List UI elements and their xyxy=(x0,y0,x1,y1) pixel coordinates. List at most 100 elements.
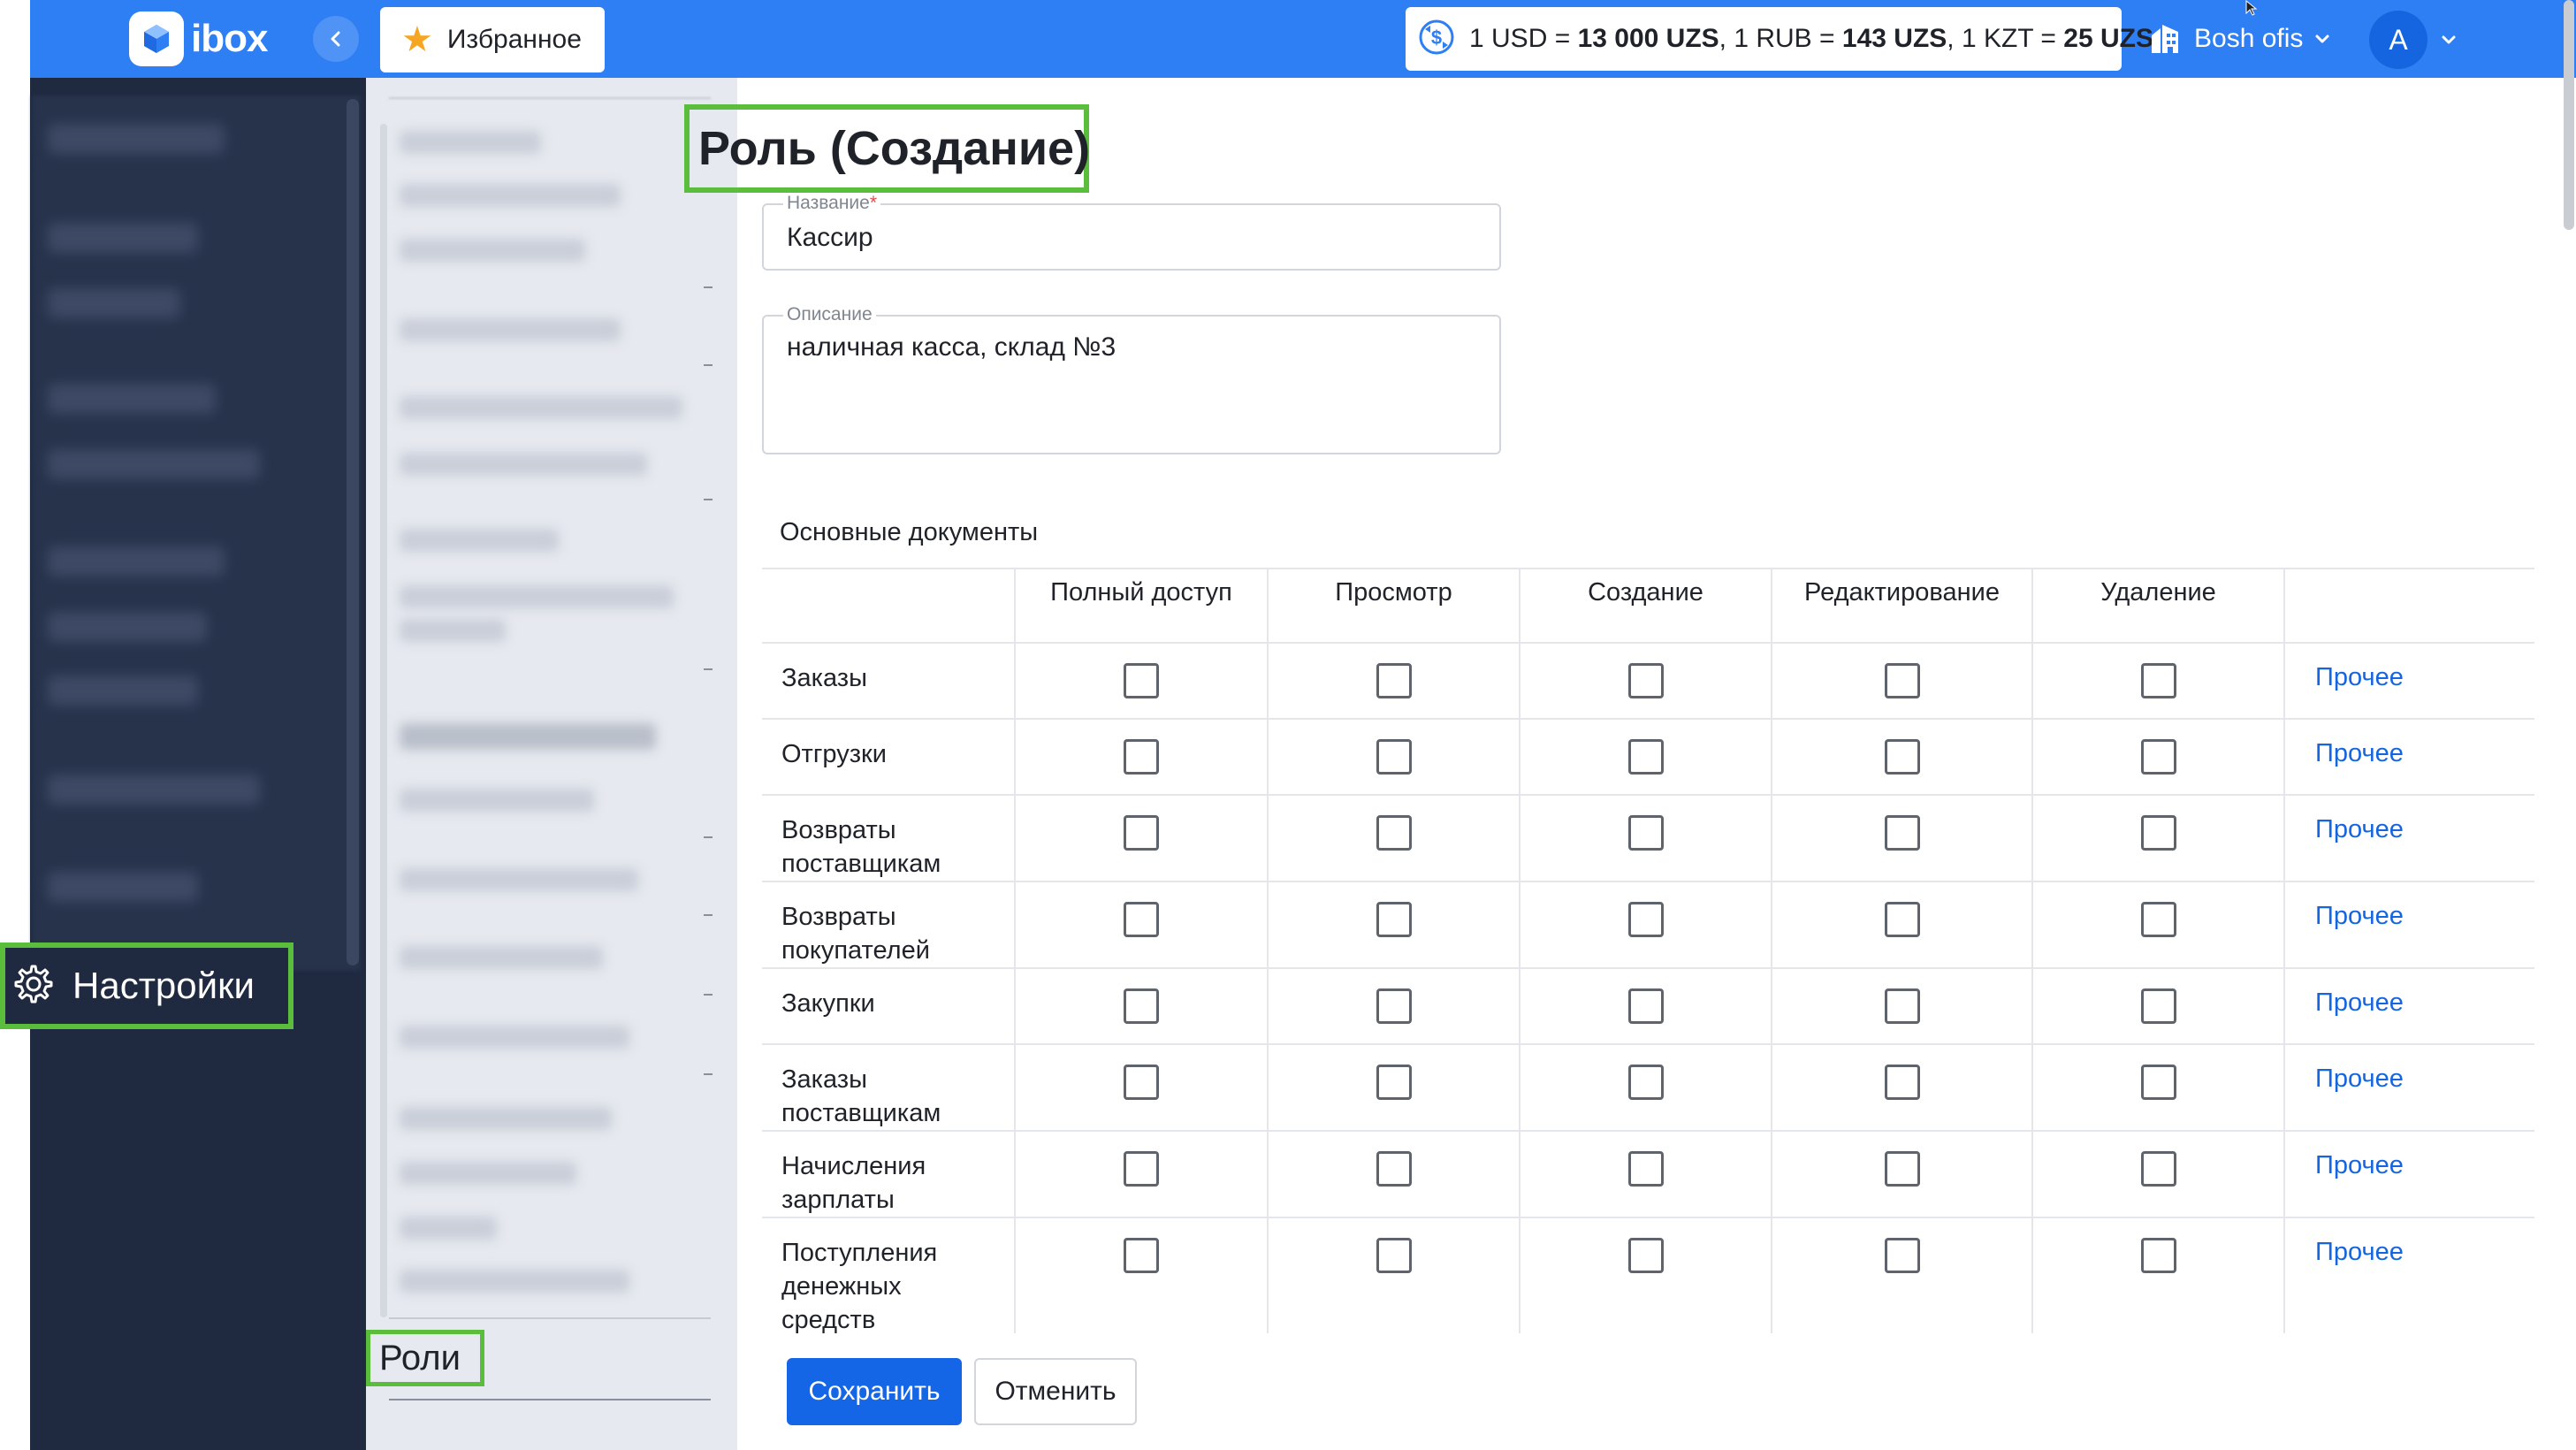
view-checkbox[interactable] xyxy=(1376,1151,1412,1187)
full-access-checkbox[interactable] xyxy=(1124,988,1159,1024)
sidebar-item-blurred[interactable] xyxy=(48,546,225,576)
view-checkbox[interactable] xyxy=(1376,1238,1412,1273)
submenu-item-blurred[interactable] xyxy=(400,184,621,207)
submenu-item-blurred[interactable] xyxy=(400,585,674,608)
submenu-item-blurred[interactable] xyxy=(400,619,506,642)
sidebar-item-settings[interactable]: Настройки xyxy=(0,942,293,1029)
column-header: Удаление xyxy=(2032,568,2285,644)
submenu-item-blurred[interactable] xyxy=(400,1026,629,1049)
view-checkbox[interactable] xyxy=(1376,1065,1412,1100)
edit-checkbox[interactable] xyxy=(1884,988,1920,1024)
favorites-button[interactable]: ★ Избранное xyxy=(380,7,605,72)
sidebar-item-blurred[interactable] xyxy=(48,449,260,479)
submenu-item-blurred[interactable] xyxy=(400,868,638,891)
full-access-checkbox[interactable] xyxy=(1124,815,1159,851)
submenu-item-blurred[interactable] xyxy=(400,239,585,262)
submenu-item-blurred[interactable] xyxy=(400,318,621,341)
name-input-value[interactable]: Кассир xyxy=(787,223,873,253)
full-access-checkbox[interactable] xyxy=(1124,902,1159,937)
full-access-checkbox[interactable] xyxy=(1124,739,1159,775)
user-menu[interactable]: A xyxy=(2369,11,2458,69)
submenu-item-blurred[interactable] xyxy=(400,1107,612,1130)
create-checkbox[interactable] xyxy=(1627,1151,1664,1187)
create-checkbox[interactable] xyxy=(1627,1065,1664,1100)
edit-checkbox[interactable] xyxy=(1884,1238,1920,1273)
submenu-item-blurred[interactable] xyxy=(400,453,647,476)
other-permissions-link[interactable]: Прочее xyxy=(2315,902,2404,930)
edit-checkbox[interactable] xyxy=(1884,902,1920,937)
create-checkbox[interactable] xyxy=(1627,739,1664,775)
view-checkbox[interactable] xyxy=(1376,988,1412,1024)
delete-checkbox[interactable] xyxy=(2140,1065,2176,1100)
other-permissions-link[interactable]: Прочее xyxy=(2315,815,2404,843)
permission-cell xyxy=(1015,1044,1269,1132)
branch-label: Bosh ofis xyxy=(2194,24,2304,53)
submenu-item-roles[interactable]: Роли xyxy=(366,1330,484,1386)
sidebar-item-blurred[interactable] xyxy=(48,384,216,414)
sidebar-item-blurred[interactable] xyxy=(48,223,198,253)
sidebar-item-blurred[interactable] xyxy=(48,872,198,902)
currency-rates[interactable]: $ 1 USD = 13 000 UZS, 1 RUB = 143 UZS, 1… xyxy=(1406,7,2153,71)
view-checkbox[interactable] xyxy=(1376,902,1412,937)
sidebar-item-blurred[interactable] xyxy=(48,288,180,318)
description-field[interactable]: Описание наличная касса, склад №3 xyxy=(762,304,1501,454)
delete-checkbox[interactable] xyxy=(2140,1238,2176,1273)
create-checkbox[interactable] xyxy=(1627,988,1664,1024)
delete-checkbox[interactable] xyxy=(2140,1151,2176,1187)
delete-checkbox[interactable] xyxy=(2140,902,2176,937)
sidebar-item-blurred[interactable] xyxy=(48,775,260,805)
page-scrollbar-thumb[interactable] xyxy=(2564,0,2574,230)
delete-checkbox[interactable] xyxy=(2140,988,2176,1024)
submenu-item-blurred[interactable] xyxy=(400,946,603,969)
other-permissions-link[interactable]: Прочее xyxy=(2315,663,2404,691)
delete-checkbox[interactable] xyxy=(2140,663,2176,698)
submenu-item-blurred[interactable] xyxy=(400,529,559,552)
submenu-scrollbar[interactable] xyxy=(380,124,387,1317)
view-checkbox[interactable] xyxy=(1376,815,1412,851)
app-logo[interactable]: ibox xyxy=(129,9,268,69)
name-field[interactable]: Название* Кассир xyxy=(762,193,1501,271)
full-access-checkbox[interactable] xyxy=(1124,663,1159,698)
view-checkbox[interactable] xyxy=(1376,663,1412,698)
save-button[interactable]: Сохранить xyxy=(787,1358,962,1425)
other-permissions-link[interactable]: Прочее xyxy=(2315,988,2404,1017)
page-scrollbar[interactable] xyxy=(2555,78,2576,1450)
permission-cell xyxy=(1772,643,2033,720)
sidebar-item-blurred[interactable] xyxy=(48,675,198,706)
other-permissions-link[interactable]: Прочее xyxy=(2315,1065,2404,1093)
create-checkbox[interactable] xyxy=(1627,815,1664,851)
rate-kzt-value: 25 UZS xyxy=(2063,24,2154,53)
submenu-item-blurred[interactable] xyxy=(400,1270,629,1293)
collapse-sidebar-button[interactable] xyxy=(313,16,359,62)
view-checkbox[interactable] xyxy=(1376,739,1412,775)
sidebar-item-blurred[interactable] xyxy=(48,612,207,642)
submenu-item-blurred[interactable] xyxy=(400,396,682,419)
edit-checkbox[interactable] xyxy=(1884,1151,1920,1187)
chevron-down-icon xyxy=(2442,35,2456,44)
create-checkbox[interactable] xyxy=(1627,902,1664,937)
other-permissions-link[interactable]: Прочее xyxy=(2315,1151,2404,1179)
delete-checkbox[interactable] xyxy=(2140,739,2176,775)
edit-checkbox[interactable] xyxy=(1884,739,1920,775)
create-checkbox[interactable] xyxy=(1627,1238,1664,1273)
other-permissions-link[interactable]: Прочее xyxy=(2315,1238,2404,1266)
edit-checkbox[interactable] xyxy=(1884,1065,1920,1100)
branch-selector[interactable]: Bosh ofis xyxy=(2148,12,2331,65)
full-access-checkbox[interactable] xyxy=(1124,1238,1159,1273)
edit-checkbox[interactable] xyxy=(1884,663,1920,698)
delete-checkbox[interactable] xyxy=(2140,815,2176,851)
submenu-item-blurred[interactable] xyxy=(400,1162,576,1185)
permission-cell xyxy=(2032,1044,2285,1132)
edit-checkbox[interactable] xyxy=(1884,815,1920,851)
submenu-item-blurred[interactable] xyxy=(400,131,541,154)
submenu-item-blurred[interactable] xyxy=(400,1217,497,1240)
sidebar-item-blurred[interactable] xyxy=(48,124,225,154)
description-input-value[interactable]: наличная касса, склад №3 xyxy=(787,332,1116,362)
sidebar-scrollbar[interactable] xyxy=(347,99,359,965)
submenu-item-blurred[interactable] xyxy=(400,789,594,812)
other-permissions-link[interactable]: Прочее xyxy=(2315,739,2404,767)
cancel-button[interactable]: Отменить xyxy=(974,1358,1137,1425)
create-checkbox[interactable] xyxy=(1627,663,1664,698)
full-access-checkbox[interactable] xyxy=(1124,1151,1159,1187)
full-access-checkbox[interactable] xyxy=(1124,1065,1159,1100)
